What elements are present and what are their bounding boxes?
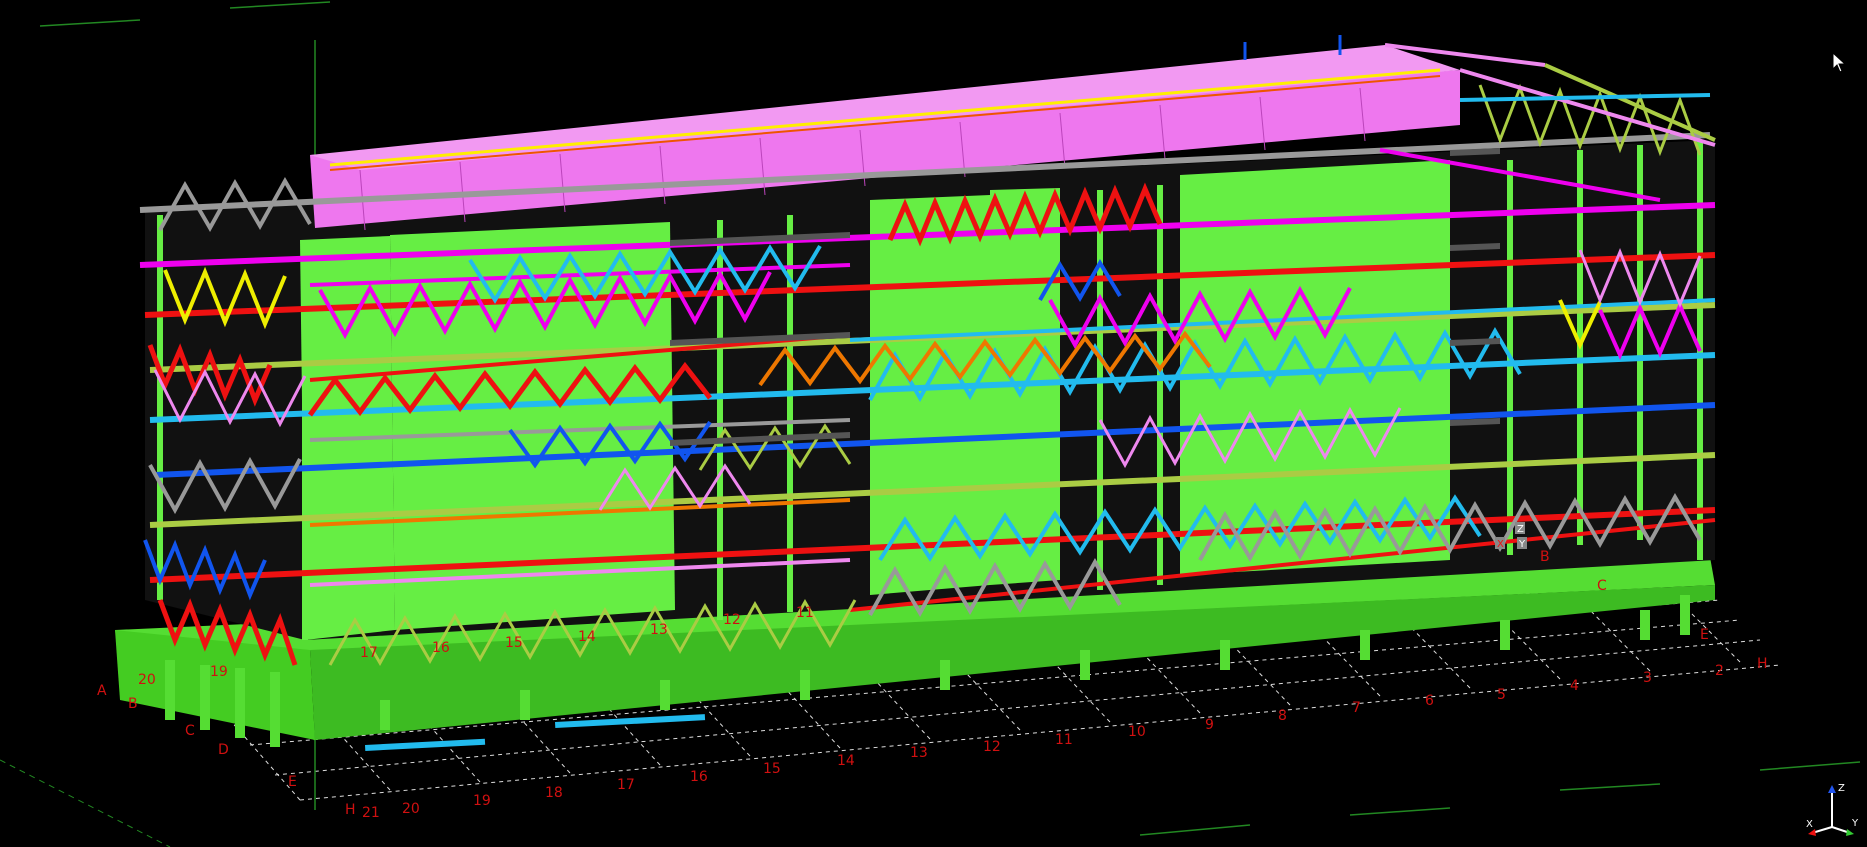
- grid-label-13: 13: [650, 622, 668, 638]
- triad-x-label: X: [1806, 819, 1813, 830]
- pile-cap-cyan-1: [364, 738, 486, 751]
- label-A: A: [97, 683, 107, 699]
- view-orientation-triad-icon[interactable]: Z X Y: [1802, 779, 1862, 839]
- grid-label-15: 15: [505, 635, 523, 651]
- ground-label-16: 16: [690, 769, 708, 785]
- ground-label-4: 4: [1570, 678, 1579, 694]
- local-axis-y: Y: [1518, 539, 1526, 550]
- label-19-corner: 19: [210, 664, 228, 680]
- label-H-left: H: [345, 802, 356, 818]
- ground-label-18: 18: [545, 785, 563, 801]
- grid-label-17: 17: [360, 645, 378, 661]
- diagonal-guide: [0, 759, 171, 847]
- ground-label-6: 6: [1425, 693, 1434, 709]
- local-axis-z: Z: [1517, 524, 1524, 535]
- structural-model[interactable]: 17 16 15 14 13 12 11 20 19 18 17 16 15 1…: [0, 0, 1867, 847]
- label-B-left: B: [128, 696, 138, 712]
- triad-z-label: Z: [1838, 783, 1845, 794]
- grid-label-11: 11: [796, 605, 814, 621]
- ground-label-20: 20: [402, 801, 420, 817]
- ground-label-14: 14: [837, 753, 855, 769]
- ground-label-5: 5: [1497, 687, 1506, 703]
- label-E-left: E: [288, 774, 297, 790]
- label-B-right: B: [1540, 549, 1550, 565]
- ground-label-11: 11: [1055, 732, 1073, 748]
- pile-cap-cyan-2: [555, 714, 706, 728]
- triad-y-label: Y: [1851, 818, 1859, 829]
- ground-label-7: 7: [1352, 700, 1361, 716]
- ground-label-8: 8: [1278, 708, 1287, 724]
- label-C-right: C: [1597, 578, 1607, 594]
- grid-label-14: 14: [578, 629, 596, 645]
- ground-label-10: 10: [1128, 724, 1146, 740]
- grid-label-16: 16: [432, 640, 450, 656]
- ground-label-17: 17: [617, 777, 635, 793]
- 3d-model-viewport[interactable]: 17 16 15 14 13 12 11 20 19 18 17 16 15 1…: [0, 0, 1867, 847]
- local-axis-x: X: [1497, 539, 1504, 550]
- ground-label-15: 15: [763, 761, 781, 777]
- ground-label-9: 9: [1205, 717, 1214, 733]
- label-21-corner: 21: [362, 805, 380, 821]
- ground-label-2: 2: [1715, 663, 1724, 679]
- label-C-left: C: [185, 723, 195, 739]
- label-20-corner: 20: [138, 672, 156, 688]
- mouse-cursor-icon: [1832, 52, 1847, 73]
- label-D-left: D: [218, 742, 229, 758]
- label-E-right: E: [1700, 627, 1709, 643]
- ground-label-19: 19: [473, 793, 491, 809]
- ground-label-3: 3: [1643, 670, 1652, 686]
- ground-label-13: 13: [910, 745, 928, 761]
- label-H-right: H: [1757, 656, 1768, 672]
- ground-label-12: 12: [983, 739, 1001, 755]
- grid-label-12: 12: [723, 612, 741, 628]
